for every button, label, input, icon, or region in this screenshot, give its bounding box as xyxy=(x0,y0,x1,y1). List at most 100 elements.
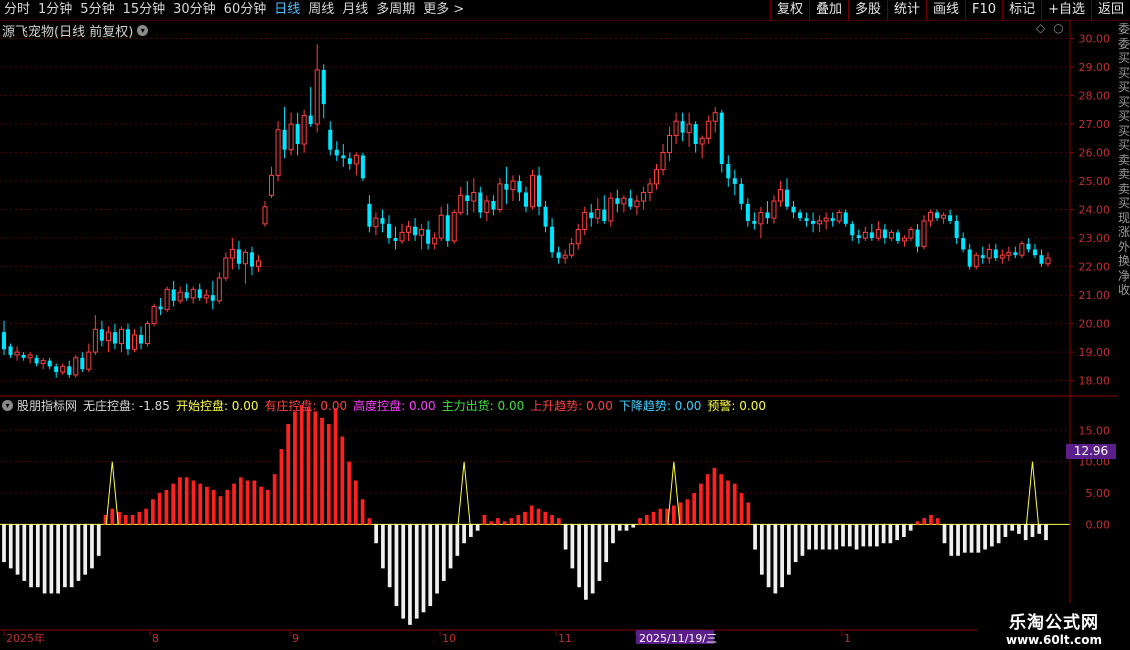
osc-bar xyxy=(496,518,500,525)
candle-body xyxy=(980,255,985,259)
osc-bar xyxy=(63,524,67,588)
osc-bar xyxy=(529,505,534,525)
candle-body xyxy=(86,351,92,370)
osc-bar xyxy=(631,524,636,528)
osc-bar xyxy=(29,524,33,588)
osc-bar xyxy=(935,518,940,525)
osc-bar xyxy=(448,524,453,569)
candle-body xyxy=(915,229,920,247)
candle-body xyxy=(288,123,294,151)
osc-bar xyxy=(908,524,913,531)
candle-body xyxy=(732,178,737,184)
candle-body xyxy=(282,129,287,150)
osc-bar xyxy=(299,405,304,525)
chevron-down-icon[interactable]: ▾ xyxy=(2,400,13,411)
candle-body xyxy=(275,129,281,176)
osc-bar xyxy=(834,524,839,550)
price-label: 18.00 xyxy=(1079,375,1111,388)
candle-body xyxy=(537,175,542,207)
osc-bar xyxy=(584,524,588,600)
candle-body xyxy=(242,251,248,265)
osc-bar xyxy=(868,524,872,547)
osc-bar xyxy=(259,486,263,525)
candle-body xyxy=(928,211,934,222)
candle-body xyxy=(811,220,816,224)
osc-bar xyxy=(482,515,487,525)
osc-bar xyxy=(374,524,379,544)
date-label: 2025年 xyxy=(6,631,45,645)
candle-body xyxy=(510,180,516,191)
osc-bar xyxy=(35,524,40,588)
osc-bar xyxy=(171,483,176,525)
right-strip-label: 收 xyxy=(1118,283,1130,297)
price-label: 23.00 xyxy=(1079,232,1111,245)
right-strip-label: 委 xyxy=(1118,22,1130,36)
candle-body xyxy=(497,183,503,211)
price-label: 20.00 xyxy=(1079,318,1111,331)
osc-bar xyxy=(502,521,507,525)
osc-bar xyxy=(191,480,196,525)
candle-body xyxy=(999,254,1005,259)
candle-body xyxy=(1032,249,1037,256)
osc-bar xyxy=(624,524,629,531)
candle-body xyxy=(380,218,385,224)
indicator-item-6: 下降趋势: 0.00 xyxy=(618,399,702,413)
candle-body xyxy=(569,243,575,256)
osc-bar xyxy=(929,515,933,525)
candle-body xyxy=(673,120,679,136)
candle-body xyxy=(158,306,163,310)
right-strip-label: 委 xyxy=(1118,36,1130,51)
candle-body xyxy=(686,123,692,134)
osc-bar xyxy=(719,474,724,525)
candle-body xyxy=(426,229,431,244)
candle-body xyxy=(131,334,138,350)
candle-body xyxy=(908,229,914,239)
osc-bar xyxy=(705,474,710,525)
osc-bar xyxy=(178,477,182,525)
right-strip-label: 买 xyxy=(1118,94,1130,109)
candle-body xyxy=(745,203,750,221)
date-label: 9 xyxy=(292,632,299,645)
osc-bar xyxy=(915,521,920,525)
osc-bar xyxy=(949,524,954,556)
candle-body xyxy=(1006,251,1012,256)
osc-bar xyxy=(211,489,216,525)
candle-body xyxy=(301,115,307,145)
watermark-title: 乐淘公式网 xyxy=(1009,613,1099,633)
osc-bar xyxy=(333,408,338,525)
price-label: 27.00 xyxy=(1079,118,1111,131)
candle-body xyxy=(986,248,992,259)
candle-body xyxy=(595,209,601,219)
osc-bar xyxy=(150,499,155,525)
osc-bar xyxy=(739,493,744,525)
osc-bar xyxy=(644,515,649,525)
candle-body xyxy=(373,217,379,228)
osc-bar xyxy=(1030,524,1035,537)
candle-body xyxy=(739,183,744,204)
price-label: 24.00 xyxy=(1079,204,1111,217)
indicator-item-7: 预警: 0.00 xyxy=(707,399,766,413)
candle-body xyxy=(530,174,536,208)
indicator-item-1: 开始控盘: 0.00 xyxy=(175,399,259,413)
osc-bar xyxy=(475,524,480,531)
osc-bar xyxy=(428,524,433,607)
osc-bar xyxy=(2,524,6,563)
price-label: 22.00 xyxy=(1079,261,1111,274)
candle-body xyxy=(954,220,959,239)
candle-body xyxy=(236,249,241,264)
candle-body xyxy=(393,238,398,241)
kline-chart[interactable]: 30.00 29.00 28.00 27.00 26.00 25.00 24.00 23.00… xyxy=(0,0,1130,650)
osc-bar xyxy=(597,524,602,581)
osc-label: 5.00 xyxy=(1086,487,1111,500)
candle-body xyxy=(125,329,130,350)
indicator-item-5: 上升趋势: 0.00 xyxy=(530,399,613,413)
candle-body xyxy=(118,328,124,345)
candle-body xyxy=(843,212,848,224)
candle-body xyxy=(321,69,326,105)
osc-bar xyxy=(888,524,893,544)
osc-bar xyxy=(847,524,852,547)
candle-body xyxy=(550,226,555,253)
osc-bar xyxy=(110,508,115,525)
osc-bar xyxy=(435,524,439,594)
candle-body xyxy=(341,155,346,159)
